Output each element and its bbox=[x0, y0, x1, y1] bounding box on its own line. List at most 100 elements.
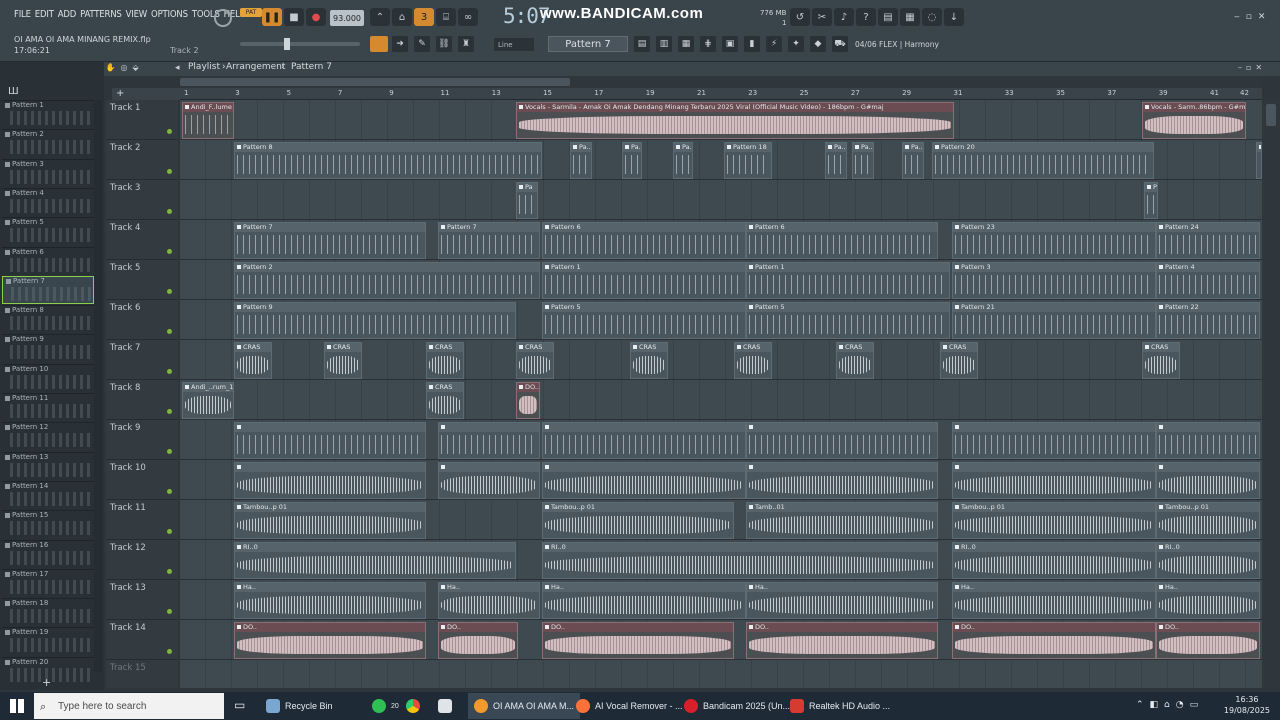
playlist-clip[interactable]: CRAS bbox=[630, 342, 668, 379]
track-mute-led[interactable] bbox=[167, 369, 172, 374]
playlist-clip[interactable]: DO.. bbox=[746, 622, 938, 659]
playlist-clip[interactable]: Tamb..01 bbox=[746, 502, 938, 539]
playlist-clip[interactable]: DO.. bbox=[438, 622, 518, 659]
playlist-clip[interactable]: CRAS bbox=[426, 342, 464, 379]
mic-icon[interactable]: ♪ bbox=[834, 8, 854, 26]
chat-icon[interactable]: ◌ bbox=[922, 8, 942, 26]
pattern-item[interactable]: Pattern 7 bbox=[2, 275, 94, 304]
playlist-clip[interactable]: CRAS bbox=[324, 342, 362, 379]
tray-clock[interactable]: 16:36 19/08/2025 bbox=[1224, 694, 1270, 716]
track-mute-led[interactable] bbox=[167, 249, 172, 254]
track-header[interactable]: Track 7 bbox=[106, 340, 178, 380]
playlist-clip[interactable]: Pattern 18 bbox=[724, 142, 772, 179]
playlist-clip[interactable] bbox=[952, 462, 1156, 499]
pattern-item[interactable]: Pattern 2 bbox=[2, 129, 94, 157]
help-icon[interactable]: ? bbox=[856, 8, 876, 26]
scrollbar-thumb[interactable] bbox=[180, 78, 570, 86]
pattern-item[interactable]: Pattern 15 bbox=[2, 510, 94, 538]
taskbar-firefox[interactable]: AI Vocal Remover - ... bbox=[576, 693, 683, 719]
playlist-clip[interactable]: Pa bbox=[516, 182, 538, 219]
track-header[interactable]: Track 4 bbox=[106, 220, 178, 260]
playlist-clip[interactable] bbox=[1156, 462, 1260, 499]
pattern-item[interactable]: Pattern 17 bbox=[2, 568, 94, 597]
track-mute-led[interactable] bbox=[167, 289, 172, 294]
pattern-item[interactable]: Pattern 10 bbox=[2, 363, 94, 392]
windows-start-icon[interactable] bbox=[10, 699, 24, 713]
play-button[interactable]: ❚❚ bbox=[262, 8, 282, 26]
picker-icon[interactable]: Ш bbox=[8, 86, 19, 97]
track-lane[interactable] bbox=[180, 180, 1262, 220]
pattern-item[interactable]: Pattern 5 bbox=[2, 217, 94, 245]
task-view-icon[interactable]: ▭ bbox=[234, 698, 245, 712]
playlist-clip[interactable]: DO.. bbox=[542, 622, 734, 659]
taskbar-fl-studio[interactable]: OI AMA OI AMA M... bbox=[468, 693, 581, 719]
track-mute-led[interactable] bbox=[167, 329, 172, 334]
pattern-item[interactable]: Pattern 4 bbox=[2, 187, 94, 216]
playlist-clip[interactable]: CRAS bbox=[836, 342, 874, 379]
snap-mode-select[interactable]: Line bbox=[494, 38, 534, 51]
taskbar-chrome[interactable] bbox=[406, 693, 420, 719]
plugin-icon[interactable]: ⚡ bbox=[766, 36, 782, 52]
playlist-clip[interactable]: RI..0 bbox=[1156, 542, 1260, 579]
arrangement-grid[interactable]: Andi_F..lume Vocals - Sarmila - Amak Oi A… bbox=[180, 100, 1262, 688]
playlist-clip[interactable]: Ha.. bbox=[542, 582, 746, 619]
tempo-display[interactable]: 93.000 bbox=[330, 10, 364, 26]
taskbar-realtek[interactable]: Realtek HD Audio ... bbox=[790, 693, 890, 719]
cart-icon[interactable]: ⛟ bbox=[832, 36, 848, 52]
playlist-clip[interactable] bbox=[438, 422, 540, 459]
track-header[interactable]: Track 12 bbox=[106, 540, 178, 580]
playlist-clip[interactable]: Andi_F..lume bbox=[182, 102, 234, 139]
track-header[interactable]: Track 6 bbox=[106, 300, 178, 340]
track-header[interactable]: Track 13 bbox=[106, 580, 178, 620]
taskbar-search[interactable]: Type here to search bbox=[34, 693, 224, 719]
playlist-clip[interactable]: Pattern 8 bbox=[234, 142, 542, 179]
playlist-clip[interactable]: CRAS bbox=[516, 342, 554, 379]
playlist-clip[interactable]: Pa..1 bbox=[902, 142, 924, 179]
tray-icons[interactable]: ⌃◧⌂◔▭ bbox=[1136, 700, 1204, 710]
playlist-clip[interactable]: Pattern 1 bbox=[746, 262, 950, 299]
playlist-clip[interactable]: Pa..9 bbox=[852, 142, 874, 179]
record-button[interactable]: ● bbox=[306, 8, 326, 26]
pattern-item[interactable]: Pattern 13 bbox=[2, 451, 94, 480]
track-lane[interactable] bbox=[180, 660, 1262, 688]
playlist-clip[interactable] bbox=[746, 462, 938, 499]
menu-edit[interactable]: EDIT bbox=[33, 9, 56, 20]
playlist-clip[interactable]: Ha.. bbox=[438, 582, 540, 619]
playlist-clip[interactable]: Pattern 7 bbox=[438, 222, 540, 259]
playlist-clip[interactable]: Tambou..p 01 bbox=[234, 502, 426, 539]
track-mute-led[interactable] bbox=[167, 649, 172, 654]
playlist-clip[interactable]: Pattern 1 bbox=[542, 262, 746, 299]
stop-button[interactable]: ■ bbox=[284, 8, 304, 26]
playlist-clip[interactable]: Ha.. bbox=[952, 582, 1156, 619]
playlist-clip[interactable]: DO.. bbox=[234, 622, 426, 659]
playlist-clip[interactable]: RI..0 bbox=[542, 542, 938, 579]
playlist-clip[interactable]: Pattern 5 bbox=[542, 302, 746, 339]
playlist-clip[interactable]: Pa..4 bbox=[570, 142, 592, 179]
playlist-clip[interactable]: Pattern 24 bbox=[1156, 222, 1260, 259]
playlist-clip[interactable]: Pattern 6 bbox=[542, 222, 746, 259]
pattern-item[interactable]: Pattern 19 bbox=[2, 627, 94, 655]
add-track-icon[interactable]: + bbox=[112, 88, 180, 100]
playlist-clip[interactable]: Pa..7 bbox=[673, 142, 693, 179]
pattern-item[interactable]: Pattern 16 bbox=[2, 539, 94, 568]
render-icon[interactable]: ▤ bbox=[878, 8, 898, 26]
playlist-clip[interactable]: CRAS bbox=[426, 382, 464, 419]
pattern-item[interactable]: Pattern 14 bbox=[2, 480, 94, 509]
arrow-icon[interactable]: ➜ bbox=[392, 36, 408, 52]
current-pattern-selector[interactable]: Pattern 7 bbox=[548, 36, 628, 52]
menu-file[interactable]: FILE bbox=[12, 9, 33, 20]
playlist-clip[interactable]: Pattern 3 bbox=[952, 262, 1156, 299]
playlist-clip[interactable] bbox=[234, 462, 426, 499]
playlist-clip[interactable] bbox=[234, 422, 426, 459]
playlist-clip[interactable]: Pattern 5 bbox=[746, 302, 950, 339]
mixer-icon[interactable]: ▦ bbox=[900, 8, 920, 26]
menu-add[interactable]: ADD bbox=[56, 9, 78, 20]
breadcrumb-arrangement[interactable]: Arrangement bbox=[226, 62, 285, 72]
pattern-item[interactable]: Pattern 11 bbox=[2, 393, 94, 421]
playlist-clip[interactable]: DO.. bbox=[1156, 622, 1260, 659]
piano-roll-icon[interactable]: ▥ bbox=[656, 36, 672, 52]
download-icon[interactable]: ↓ bbox=[944, 8, 964, 26]
browser-icon[interactable]: ▣ bbox=[722, 36, 738, 52]
taskbar-whatsapp[interactable]: 20 bbox=[372, 693, 399, 719]
playlist-clip[interactable]: DO.. bbox=[516, 382, 540, 419]
